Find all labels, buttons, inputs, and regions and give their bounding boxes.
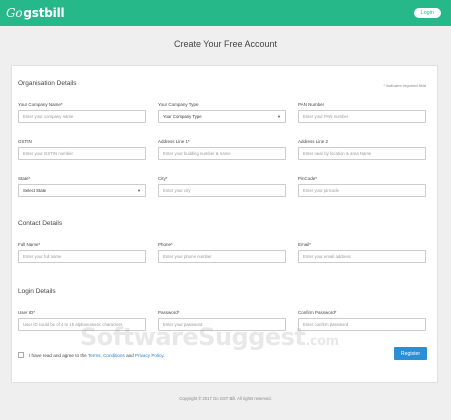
full-name-field: Full Name* Enter your full name (18, 242, 146, 263)
state-label: State* (18, 176, 31, 181)
confirm-password-field: Confirm Password* Enter confirm password (298, 310, 426, 331)
company-type-field: Your Company Type Your Company Type ▼ (158, 102, 286, 123)
chevron-down-icon: ▼ (277, 114, 281, 119)
company-name-label: Your Company Name* (18, 102, 63, 107)
company-name-field: Your Company Name* Enter your company na… (18, 102, 146, 123)
state-field: State* Select State ▼ (18, 176, 146, 197)
signup-form-card: Organisation Details * indicates require… (11, 65, 438, 383)
pincode-field: PinCode* Enter your pincode (298, 176, 426, 197)
footer-copyright: Copyright © 2017 Go GST Bill. All rights… (179, 396, 272, 401)
company-type-label: Your Company Type (158, 102, 199, 107)
pan-label: PAN Number (298, 102, 325, 107)
pan-input[interactable]: Enter your PAN number (298, 110, 426, 123)
login-button[interactable]: Login (413, 8, 441, 18)
address2-input[interactable]: Enter near by location & area Name (298, 147, 426, 160)
brand-logo[interactable]: Go gstbill (6, 6, 65, 20)
agree-text: I have read and agree to the (29, 352, 87, 358)
email-label: Email* (298, 242, 312, 247)
address2-label: Address Line 2 (298, 139, 329, 144)
address1-field: Address Line 1* Enter your building numb… (158, 139, 286, 160)
phone-label: Phone* (158, 242, 173, 247)
pan-field: PAN Number Enter your PAN number (298, 102, 426, 123)
agree-checkbox[interactable] (18, 352, 24, 358)
city-input[interactable]: Enter your city (158, 184, 286, 197)
agree-and: and (126, 352, 134, 358)
page-title: Create Your Free Account (173, 39, 278, 49)
gstin-field: GSTIN Enter your GSTIN number (18, 139, 146, 160)
logo-brand: gstbill (23, 6, 65, 20)
org-section-title: Organisation Details (18, 80, 77, 87)
user-id-label: User ID* (18, 310, 36, 315)
register-button[interactable]: Register (394, 347, 427, 360)
phone-field: Phone* Enter your phone number (158, 242, 286, 263)
password-field: Password* Enter your password (158, 310, 286, 331)
pincode-input[interactable]: Enter your pincode (298, 184, 426, 197)
state-value: Select State (23, 188, 47, 193)
email-input[interactable]: Enter your email address (298, 250, 426, 263)
company-type-value: Your Company Type (163, 114, 202, 119)
full-name-input[interactable]: Enter your full name (18, 250, 146, 263)
city-label: City* (158, 176, 168, 181)
pincode-label: PinCode* (298, 176, 318, 181)
privacy-link[interactable]: Privacy Policy. (135, 353, 165, 358)
chevron-down-icon: ▼ (137, 188, 141, 193)
contact-section-title: Contact Details (18, 220, 63, 227)
gstin-label: GSTIN (18, 139, 32, 144)
address1-input[interactable]: Enter your building number & name (158, 147, 286, 160)
email-field: Email* Enter your email address (298, 242, 426, 263)
logo-prefix: Go (6, 6, 23, 20)
address2-field: Address Line 2 Enter near by location & … (298, 139, 426, 160)
user-id-field: User ID* User ID could be of 4 to 15 alp… (18, 310, 146, 331)
top-navbar: Go gstbill Login (0, 0, 451, 26)
state-select[interactable]: Select State ▼ (18, 184, 146, 197)
password-input[interactable]: Enter your password (158, 318, 286, 331)
confirm-password-input[interactable]: Enter confirm password (298, 318, 426, 331)
password-label: Password* (158, 310, 180, 315)
gstin-input[interactable]: Enter your GSTIN number (18, 147, 146, 160)
agree-row: I have read and agree to the Terms, Cond… (18, 352, 165, 358)
login-section-title: Login Details (18, 288, 56, 295)
city-field: City* Enter your city (158, 176, 286, 197)
terms-link[interactable]: Terms, Conditions (88, 353, 125, 358)
required-note: * indicates required field (383, 83, 426, 88)
confirm-password-label: Confirm Password* (298, 310, 337, 315)
full-name-label: Full Name* (18, 242, 41, 247)
address1-label: Address Line 1* (158, 139, 190, 144)
company-name-input[interactable]: Enter your company name (18, 110, 146, 123)
company-type-select[interactable]: Your Company Type ▼ (158, 110, 286, 123)
phone-input[interactable]: Enter your phone number (158, 250, 286, 263)
user-id-input[interactable]: User ID could be of 4 to 15 alphanumeric… (18, 318, 146, 331)
